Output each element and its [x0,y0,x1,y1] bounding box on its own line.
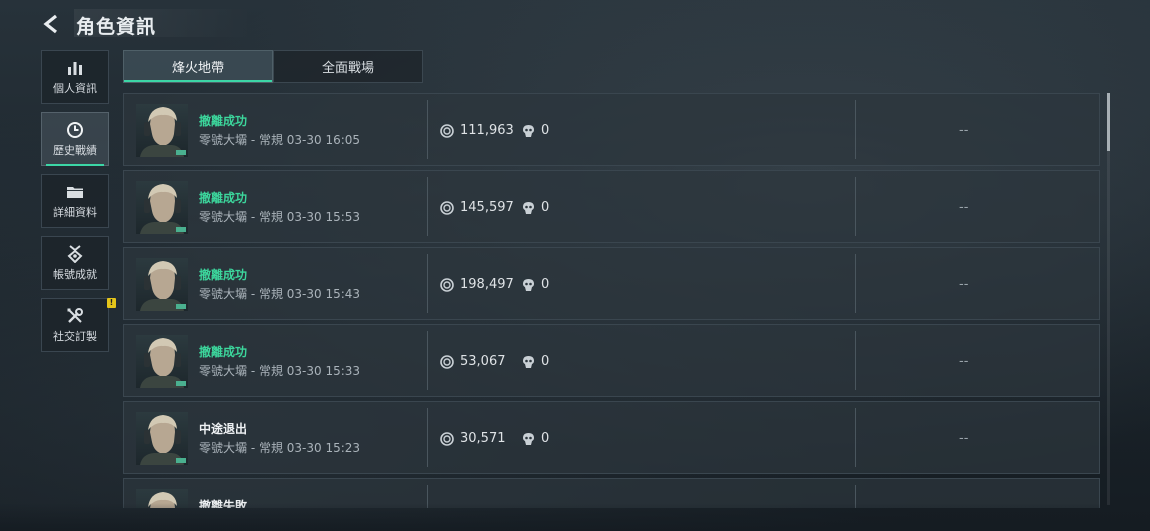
extra-value: -- [959,123,969,138]
match-detail: 零號大壩 - 常規 03-30 15:53 [199,210,361,224]
tab-warzone-extraction[interactable]: 烽火地帶 [123,50,273,83]
kill-stat: 0 [522,123,549,138]
match-row[interactable]: 撤離成功 零號大壩 - 常規 03-30 16:05 111,963 0 -- [123,93,1100,166]
coin-stat: 145,597 [440,200,514,215]
match-detail: 零號大壩 - 常規 03-30 16:05 [199,133,361,147]
avatar [136,335,188,388]
column-divider [855,254,856,313]
match-detail: 零號大壩 - 常規 03-30 15:43 [199,287,361,301]
coin-value: 198,497 [460,277,514,292]
avatar [136,181,188,234]
match-row[interactable]: 中途退出 零號大壩 - 常規 03-30 15:23 30,571 0 -- [123,401,1100,474]
coin-stat: 111,963 [440,123,514,138]
extra-value: -- [959,431,969,446]
avatar [136,104,188,157]
sidebar-item-profile[interactable]: 個人資訊 [41,50,109,104]
coin-stat: 30,571 [440,431,506,446]
column-divider [427,408,428,467]
column-divider [427,254,428,313]
coin-value: 30,571 [460,431,506,446]
coin-icon [440,200,454,215]
match-status: 撤離成功 [199,268,248,282]
extra-value: -- [959,200,969,215]
column-divider [855,331,856,390]
coin-icon [440,123,454,138]
folder-icon [65,182,85,202]
extra-value: -- [959,277,969,292]
match-row[interactable]: 撤離成功 零號大壩 - 常規 03-30 15:33 53,067 0 -- [123,324,1100,397]
column-divider [427,331,428,390]
match-status: 中途退出 [199,422,248,436]
match-status: 撤離失敗 [199,499,248,508]
sidebar: 個人資訊 歷史戰績 詳細資料 帳號成就 社交訂製 ! [41,50,116,360]
sidebar-item-details[interactable]: 詳細資料 [41,174,109,228]
skull-icon [523,432,534,445]
extra-value: -- [959,354,969,369]
column-divider [427,100,428,159]
column-divider [427,177,428,236]
kill-value: 0 [541,277,550,292]
sidebar-item-label: 個人資訊 [53,82,97,95]
scrollbar-track[interactable] [1107,93,1110,505]
sidebar-item-label: 帳號成就 [53,268,97,281]
kill-value: 0 [541,123,550,138]
match-status: 撤離成功 [199,114,248,128]
mode-tabs: 烽火地帶 全面戰場 [123,50,423,83]
tools-icon [65,306,85,326]
column-divider [855,485,856,508]
kill-stat: 0 [522,200,549,215]
coin-value: 53,067 [460,354,506,369]
match-history-list: 撤離成功 零號大壩 - 常規 03-30 16:05 111,963 0 -- [123,93,1100,508]
avatar [136,258,188,311]
avatar [136,489,188,508]
coin-icon [440,277,454,292]
match-status: 撤離成功 [199,191,248,205]
tab-full-battlefield[interactable]: 全面戰場 [273,50,423,83]
sidebar-item-social[interactable]: 社交訂製 ! [41,298,116,352]
kill-stat: 0 [522,277,549,292]
scrollbar-thumb[interactable] [1107,93,1110,151]
coin-icon [440,354,454,369]
kill-stat: 0 [522,354,549,369]
match-row[interactable]: 撤離失敗 [123,478,1100,508]
column-divider [855,408,856,467]
coin-value: 111,963 [460,123,514,138]
column-divider [855,100,856,159]
kill-value: 0 [541,200,550,215]
kill-value: 0 [541,354,550,369]
back-arrow-icon [43,14,57,34]
kill-stat: 0 [522,431,549,446]
avatar [136,412,188,465]
sidebar-item-label: 歷史戰績 [53,144,97,157]
coin-value: 145,597 [460,200,514,215]
sidebar-item-label: 社交訂製 [53,330,97,343]
match-status: 撤離成功 [199,345,248,359]
back-button[interactable] [38,10,66,38]
match-row[interactable]: 撤離成功 零號大壩 - 常規 03-30 15:43 198,497 0 -- [123,247,1100,320]
coin-icon [440,431,454,446]
coin-stat: 198,497 [440,277,514,292]
medal-icon [65,244,85,264]
kill-value: 0 [541,431,550,446]
sidebar-item-achievements[interactable]: 帳號成就 [41,236,109,290]
column-divider [427,485,428,508]
history-clock-icon [65,120,85,140]
match-detail: 零號大壩 - 常規 03-30 15:23 [199,441,361,455]
header-title-bar: 角色資訊 [74,9,254,38]
skull-icon [523,355,534,368]
sidebar-item-history[interactable]: 歷史戰績 [41,112,109,166]
column-divider [855,177,856,236]
skull-icon [523,201,534,214]
skull-icon [523,278,534,291]
match-detail: 零號大壩 - 常規 03-30 15:33 [199,364,361,378]
skull-icon [523,124,534,137]
match-row[interactable]: 撤離成功 零號大壩 - 常規 03-30 15:53 145,597 0 -- [123,170,1100,243]
coin-stat: 53,067 [440,354,506,369]
bar-chart-icon [65,58,85,78]
warning-badge: ! [107,298,116,308]
page-title: 角色資訊 [76,16,157,38]
sidebar-item-label: 詳細資料 [53,206,97,219]
